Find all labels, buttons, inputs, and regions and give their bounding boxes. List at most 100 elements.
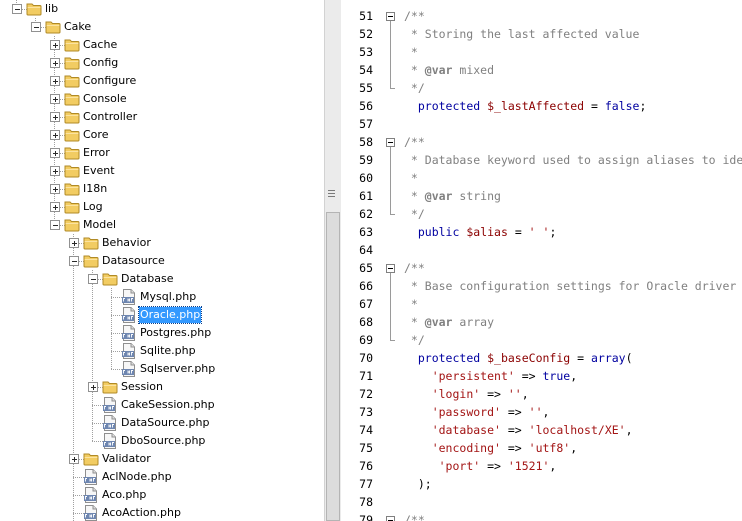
tree-folder-core[interactable]: Core — [0, 126, 324, 144]
folder-icon — [64, 181, 80, 197]
tree-folder-session[interactable]: Session — [0, 378, 324, 396]
plus-expander-icon[interactable] — [50, 130, 60, 140]
scrollbar-thumb[interactable] — [326, 212, 340, 521]
tree-file-acoaction-php[interactable]: AcoAction.php — [0, 504, 324, 521]
tree-file-mysql-php[interactable]: Mysql.php — [0, 288, 324, 306]
tree-file-sqlite-php[interactable]: Sqlite.php — [0, 342, 324, 360]
code-line[interactable]: 68 * @var array — [341, 313, 742, 331]
code-line[interactable]: 61 * @var string — [341, 187, 742, 205]
plus-expander-icon[interactable] — [50, 94, 60, 104]
code-line[interactable]: 77 ); — [341, 475, 742, 493]
code-line[interactable]: 63 public $alias = ' '; — [341, 223, 742, 241]
plus-expander-icon[interactable] — [50, 166, 60, 176]
tree-folder-lib[interactable]: lib — [0, 0, 324, 18]
php-file-icon — [121, 307, 137, 323]
code-line[interactable]: 65 /** — [341, 259, 742, 277]
tree-folder-configure[interactable]: Configure — [0, 72, 324, 90]
code-token-default: ; — [549, 225, 557, 239]
tree-file-cakesession-php[interactable]: CakeSession.php — [0, 396, 324, 414]
code-token-comment: /** — [404, 513, 425, 521]
code-line[interactable]: 52 * Storing the last affected value — [341, 25, 742, 43]
tree-file-postgres-php[interactable]: Postgres.php — [0, 324, 324, 342]
code-line[interactable]: 70 protected $_baseConfig = array( — [341, 349, 742, 367]
plus-expander-icon[interactable] — [50, 58, 60, 68]
code-line[interactable]: 62 */ — [341, 205, 742, 223]
fold-collapse-icon[interactable] — [386, 12, 395, 21]
code-line[interactable]: 67 * — [341, 295, 742, 313]
minus-expander-icon[interactable] — [31, 22, 41, 32]
code-line[interactable]: 76 'port' => '1521', — [341, 457, 742, 475]
tree-folder-validator[interactable]: Validator — [0, 450, 324, 468]
fold-guide-line — [390, 88, 395, 89]
tree-item-label: Sqlserver.php — [140, 362, 216, 375]
code-token-default — [404, 369, 432, 383]
plus-expander-icon[interactable] — [69, 454, 79, 464]
code-token-default — [404, 351, 418, 365]
code-line[interactable]: 56 protected $_lastAffected = false; — [341, 97, 742, 115]
plus-expander-icon[interactable] — [50, 40, 60, 50]
code-line[interactable]: 71 'persistent' => true, — [341, 367, 742, 385]
plus-expander-icon[interactable] — [50, 112, 60, 122]
code-editor[interactable]: 51 /** 52 * Storing the last affected valu… — [341, 0, 742, 521]
minus-expander-icon[interactable] — [12, 4, 22, 14]
tree-folder-event[interactable]: Event — [0, 162, 324, 180]
code-line[interactable]: 69 */ — [341, 331, 742, 349]
minus-expander-icon[interactable] — [50, 220, 60, 230]
code-line[interactable]: 72 'login' => '', — [341, 385, 742, 403]
tree-file-datasource-php[interactable]: DataSource.php — [0, 414, 324, 432]
php-file-icon — [121, 361, 137, 377]
plus-expander-icon[interactable] — [88, 382, 98, 392]
code-line[interactable]: 78 — [341, 493, 742, 511]
tree-file-oracle-php[interactable]: Oracle.php — [0, 306, 324, 324]
splitter-grip-icon[interactable] — [328, 190, 335, 199]
plus-expander-icon[interactable] — [50, 202, 60, 212]
minus-expander-icon[interactable] — [69, 256, 79, 266]
code-line[interactable]: 79 /** — [341, 511, 742, 521]
tree-folder-console[interactable]: Console — [0, 90, 324, 108]
code-token-default: => — [500, 405, 529, 419]
tree-folder-database[interactable]: Database — [0, 270, 324, 288]
plus-expander-icon[interactable] — [50, 184, 60, 194]
tree-file-aco-php[interactable]: Aco.php — [0, 486, 324, 504]
tree-folder-cache[interactable]: Cache — [0, 36, 324, 54]
tree-folder-config[interactable]: Config — [0, 54, 324, 72]
code-token-tag: @var — [424, 63, 453, 77]
code-line[interactable]: 60 * — [341, 169, 742, 187]
tree-folder-error[interactable]: Error — [0, 144, 324, 162]
code-line[interactable]: 64 — [341, 241, 742, 259]
code-line[interactable]: 57 — [341, 115, 742, 133]
tree-file-sqlserver-php[interactable]: Sqlserver.php — [0, 360, 324, 378]
code-line[interactable]: 53 * — [341, 43, 742, 61]
code-line[interactable]: 51 /** — [341, 7, 742, 25]
plus-expander-icon[interactable] — [50, 76, 60, 86]
fold-collapse-icon[interactable] — [386, 264, 395, 273]
code-line[interactable]: 59 * Database keyword used to assign ali… — [341, 151, 742, 169]
code-line[interactable]: 74 'database' => 'localhost/XE', — [341, 421, 742, 439]
tree-folder-controller[interactable]: Controller — [0, 108, 324, 126]
tree-file-aclnode-php[interactable]: AclNode.php — [0, 468, 324, 486]
plus-expander-icon[interactable] — [69, 238, 79, 248]
fold-collapse-icon[interactable] — [386, 138, 395, 147]
tree-folder-cake[interactable]: Cake — [0, 18, 324, 36]
file-tree-pane[interactable]: lib Cake Cache Config Configure Console Contro… — [0, 0, 324, 521]
tree-folder-log[interactable]: Log — [0, 198, 324, 216]
fold-guide-line — [390, 340, 395, 341]
fold-collapse-icon[interactable] — [386, 516, 395, 521]
tree-item-label: DboSource.php — [121, 434, 206, 447]
tree-folder-model[interactable]: Model — [0, 216, 324, 234]
code-line[interactable]: 73 'password' => '', — [341, 403, 742, 421]
tree-folder-behavior[interactable]: Behavior — [0, 234, 324, 252]
code-line[interactable]: 54 * @var mixed — [341, 61, 742, 79]
tree-folder-i18n[interactable]: I18n — [0, 180, 324, 198]
code-line[interactable]: 55 */ — [341, 79, 742, 97]
tree-file-dbosource-php[interactable]: DboSource.php — [0, 432, 324, 450]
code-line[interactable]: 58 /** — [341, 133, 742, 151]
code-text: */ — [404, 79, 425, 97]
tree-folder-datasource[interactable]: Datasource — [0, 252, 324, 270]
tree-vertical-scrollbar[interactable] — [324, 0, 341, 521]
folder-icon — [64, 73, 80, 89]
plus-expander-icon[interactable] — [50, 148, 60, 158]
minus-expander-icon[interactable] — [88, 274, 98, 284]
code-line[interactable]: 75 'encoding' => 'utf8', — [341, 439, 742, 457]
code-line[interactable]: 66 * Base configuration settings for Ora… — [341, 277, 742, 295]
